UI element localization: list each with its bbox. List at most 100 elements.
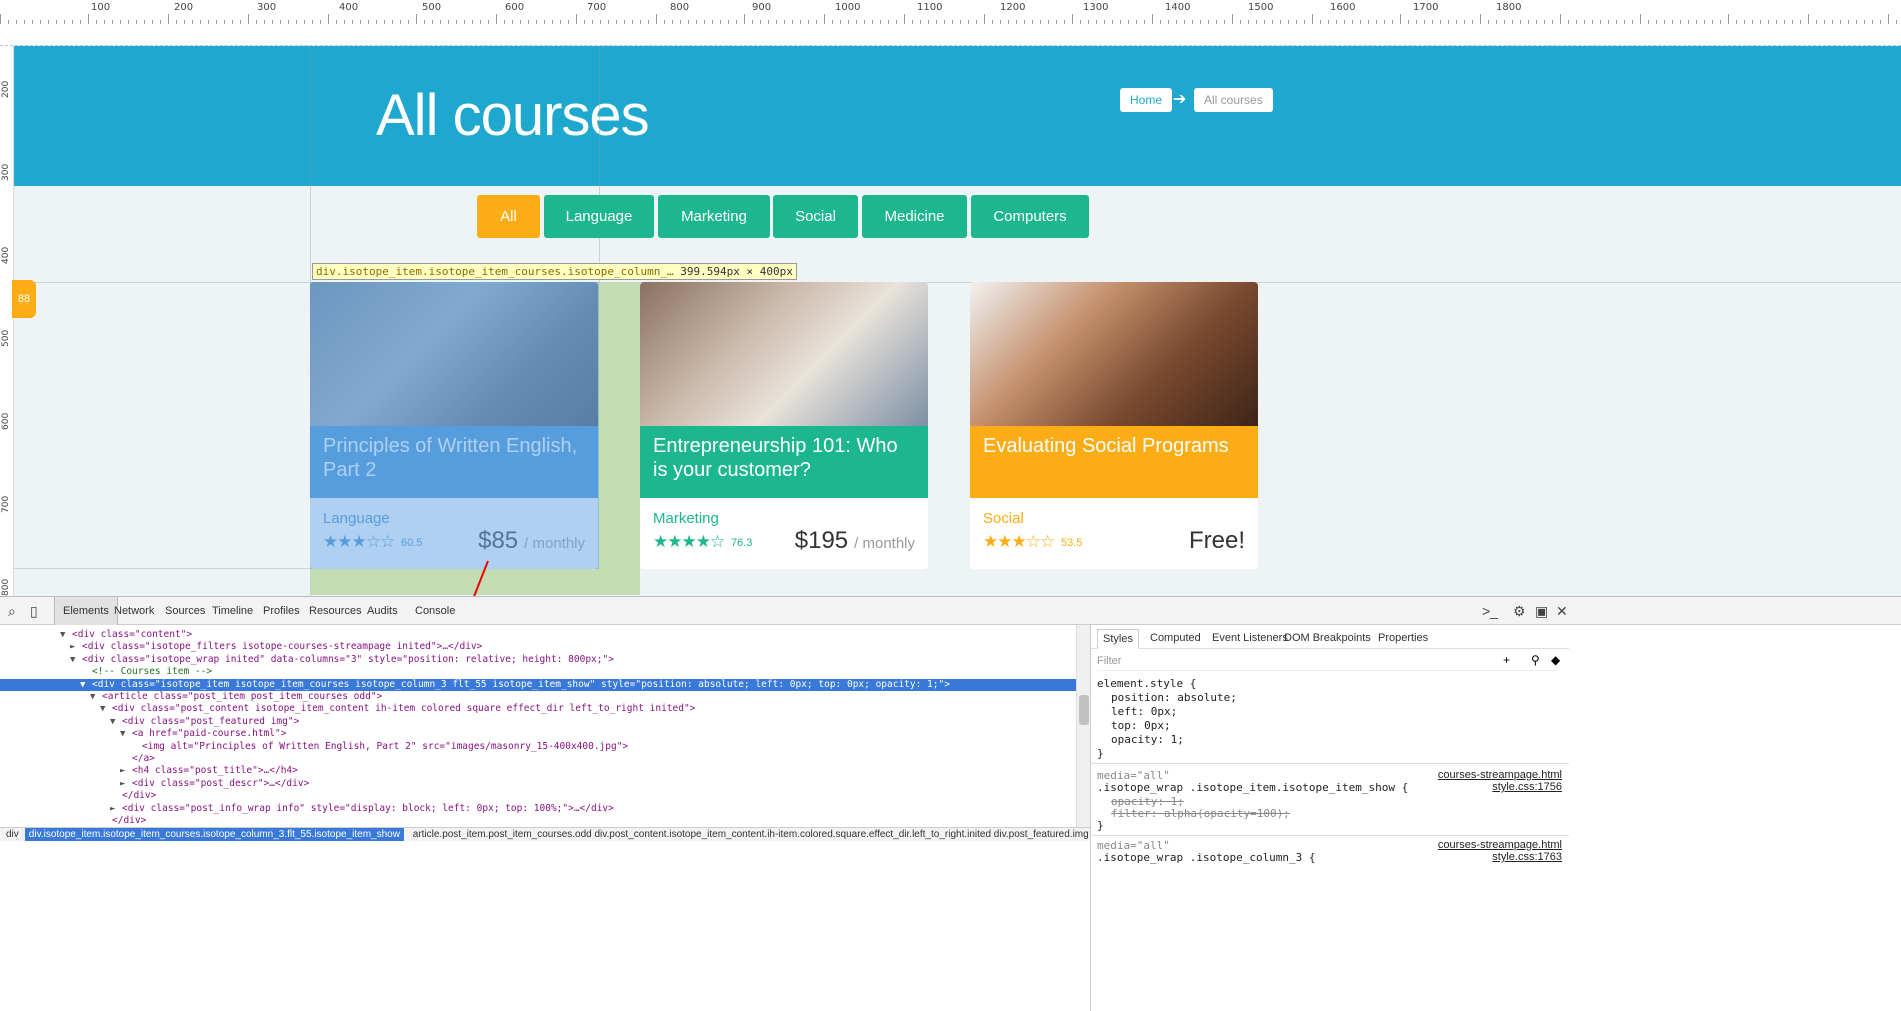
price-period: / monthly bbox=[854, 535, 915, 552]
styles-tab-styles[interactable]: Styles bbox=[1097, 629, 1139, 649]
course-category[interactable]: Social bbox=[983, 510, 1024, 527]
dom-node[interactable]: ▼ <div class="isotope_wrap inited" data-c… bbox=[0, 654, 1076, 666]
expand-triangle-icon[interactable]: ▼ bbox=[80, 679, 92, 691]
filter-button-marketing[interactable]: Marketing bbox=[658, 195, 770, 238]
ruler-tick-label: 1600 bbox=[1330, 2, 1356, 13]
filter-button-social[interactable]: Social bbox=[773, 195, 858, 238]
dom-node[interactable]: </div> bbox=[0, 790, 1076, 802]
dom-node-text: <div class="content"> bbox=[72, 629, 193, 640]
course-card[interactable]: Evaluating Social Programs Social ★★★☆☆ 53.… bbox=[970, 282, 1258, 569]
dock-icon[interactable]: ▣ bbox=[1535, 597, 1548, 625]
expand-triangle-icon[interactable]: ▼ bbox=[70, 654, 82, 666]
guide-line bbox=[14, 282, 1901, 283]
filter-button-computers[interactable]: Computers bbox=[971, 195, 1089, 238]
dom-node[interactable]: ▼ <div class="post_content isotope_item_c… bbox=[0, 703, 1076, 715]
breadcrumb-home[interactable]: Home bbox=[1120, 88, 1173, 112]
dom-node[interactable]: ▼ <article class="post_item post_item_cou… bbox=[0, 691, 1076, 703]
devtools-tab-console[interactable]: Console bbox=[407, 597, 463, 625]
dom-node-text: </a> bbox=[132, 753, 155, 764]
ruler-tick-label: 1700 bbox=[1413, 2, 1439, 13]
dom-node[interactable]: </a> bbox=[0, 753, 1076, 765]
expand-triangle-icon[interactable]: ► bbox=[120, 778, 132, 790]
element-style-prop[interactable]: opacity: 1; bbox=[1111, 733, 1184, 747]
ruler-tick-label: 900 bbox=[752, 2, 772, 13]
rule1-prop[interactable]: filter: alpha(opacity=100); bbox=[1111, 807, 1290, 821]
course-title[interactable]: Evaluating Social Programs bbox=[970, 426, 1258, 498]
ruler-tick-label: 700 bbox=[587, 2, 607, 13]
side-settings-tab[interactable]: 88 bbox=[12, 280, 36, 318]
rule2-source-line[interactable]: style.css:1763 bbox=[1492, 851, 1562, 863]
dom-node[interactable]: ► <div class="post_info_wrap info" style=… bbox=[0, 803, 1076, 815]
filter-button-all[interactable]: All bbox=[477, 195, 540, 238]
smiling-children-icon[interactable] bbox=[970, 282, 1258, 426]
breadcrumb-node-selected[interactable]: div.isotope_item.isotope_item_courses.is… bbox=[24, 828, 404, 841]
course-category[interactable]: Marketing bbox=[653, 510, 719, 527]
styles-filter-input[interactable]: Filter bbox=[1097, 655, 1557, 671]
dom-scrollbar[interactable] bbox=[1076, 625, 1090, 833]
dom-node-text: <!-- Courses item --> bbox=[92, 666, 213, 678]
element-style-prop[interactable]: left: 0px; bbox=[1111, 705, 1177, 719]
ruler-tick-label: 500 bbox=[422, 2, 442, 13]
course-card[interactable]: Entrepreneurship 101: Who is your custom… bbox=[640, 282, 928, 569]
rule1-source[interactable]: courses-streampage.html bbox=[1438, 769, 1562, 781]
dom-scrollbar-thumb[interactable] bbox=[1079, 695, 1089, 725]
course-title[interactable]: Entrepreneurship 101: Who is your custom… bbox=[640, 426, 928, 498]
tooltip-size: 399.594px × 400px bbox=[680, 265, 793, 278]
expand-triangle-icon[interactable]: ▼ bbox=[120, 728, 132, 740]
dom-node[interactable]: </div> bbox=[0, 815, 1076, 827]
settings-gear-icon[interactable]: ⚙ bbox=[1513, 597, 1526, 625]
close-icon[interactable]: ✕ bbox=[1556, 597, 1568, 625]
expand-triangle-icon[interactable]: ► bbox=[110, 803, 122, 815]
dom-node-text: <div class="post_info_wrap info" style="… bbox=[122, 802, 614, 814]
ruler-tick-label: 600 bbox=[505, 2, 525, 13]
breadcrumb-current: All courses bbox=[1194, 88, 1273, 112]
dom-node[interactable]: ► <div class="isotope_filters isotope-cou… bbox=[0, 641, 1076, 653]
ruler-tick-label: 800 bbox=[1, 578, 11, 596]
dom-node[interactable]: ▼ <div class="content"> bbox=[0, 629, 1076, 641]
expand-triangle-icon[interactable]: ► bbox=[120, 765, 132, 777]
styles-tab-properties[interactable]: Properties bbox=[1373, 629, 1433, 649]
devtools-tab-network[interactable]: Network bbox=[106, 597, 162, 625]
expand-triangle-icon[interactable]: ▼ bbox=[90, 691, 102, 703]
expand-triangle-icon[interactable]: ▼ bbox=[60, 629, 72, 641]
dom-node[interactable]: ▼ <a href="paid-course.html"> bbox=[0, 728, 1076, 740]
breadcrumb-arrow-icon: ➔ bbox=[1173, 91, 1187, 108]
guide-line bbox=[14, 568, 314, 569]
devtools-tab-profiles[interactable]: Profiles bbox=[255, 597, 308, 625]
color-format-icon[interactable]: ◆ bbox=[1551, 653, 1560, 667]
filter-button-medicine[interactable]: Medicine bbox=[862, 195, 967, 238]
ruler-tick-label: 300 bbox=[1, 163, 11, 181]
hands-writing-icon[interactable] bbox=[640, 282, 928, 426]
dom-node[interactable]: ▼ <div class="post_featured img"> bbox=[0, 716, 1076, 728]
styles-tab-computed[interactable]: Computed bbox=[1145, 629, 1206, 649]
course-price: Free! bbox=[1188, 527, 1245, 554]
devtools-toolbar: ⌕ ▯ Elements Network Sources Timeline Profil… bbox=[0, 597, 1901, 625]
expand-triangle-icon[interactable]: ▼ bbox=[110, 716, 122, 728]
dom-node[interactable]: ► <h4 class="post_title">…</h4> bbox=[0, 765, 1076, 777]
console-drawer-icon[interactable]: >_ bbox=[1482, 597, 1498, 625]
expand-triangle-icon[interactable]: ► bbox=[70, 641, 82, 653]
ruler-tick-label: 200 bbox=[174, 2, 194, 13]
dom-node[interactable]: ▼ <div class="isotope_item isotope_item_c… bbox=[0, 678, 1076, 691]
styles-tab-dom-breakpoints[interactable]: DOM Breakpoints bbox=[1279, 629, 1376, 649]
breadcrumb-node[interactable]: div bbox=[0, 829, 25, 840]
devtools-tab-audits[interactable]: Audits bbox=[359, 597, 406, 625]
rule1-source-line[interactable]: style.css:1756 bbox=[1492, 781, 1562, 793]
element-style-prop[interactable]: position: absolute; bbox=[1111, 691, 1237, 705]
breadcrumb-node[interactable]: article.post_item.post_item_courses.odd … bbox=[407, 829, 1090, 840]
ruler-tick-label: 1200 bbox=[1000, 2, 1026, 13]
pin-icon[interactable]: ⚲ bbox=[1531, 653, 1540, 667]
dom-node[interactable]: <img alt="Principles of Written English,… bbox=[0, 741, 1076, 753]
rule2-selector: .isotope_wrap .isotope_column_3 { bbox=[1097, 851, 1316, 864]
new-rule-icon[interactable]: + bbox=[1503, 653, 1510, 667]
rule2-source[interactable]: courses-streampage.html bbox=[1438, 839, 1562, 851]
device-mode-icon[interactable]: ▯ bbox=[30, 597, 38, 625]
element-style-prop[interactable]: top: 0px; bbox=[1111, 719, 1171, 733]
devtools-tab-timeline[interactable]: Timeline bbox=[204, 597, 261, 625]
dom-node[interactable]: ► <div class="post_descr">…</div> bbox=[0, 778, 1076, 790]
expand-triangle-icon[interactable]: ▼ bbox=[100, 703, 112, 715]
page-title: All courses bbox=[376, 83, 650, 148]
dom-node[interactable]: <!-- Courses item --> bbox=[0, 666, 1076, 678]
inspect-search-icon[interactable]: ⌕ bbox=[8, 597, 16, 625]
filter-button-language[interactable]: Language bbox=[544, 195, 654, 238]
